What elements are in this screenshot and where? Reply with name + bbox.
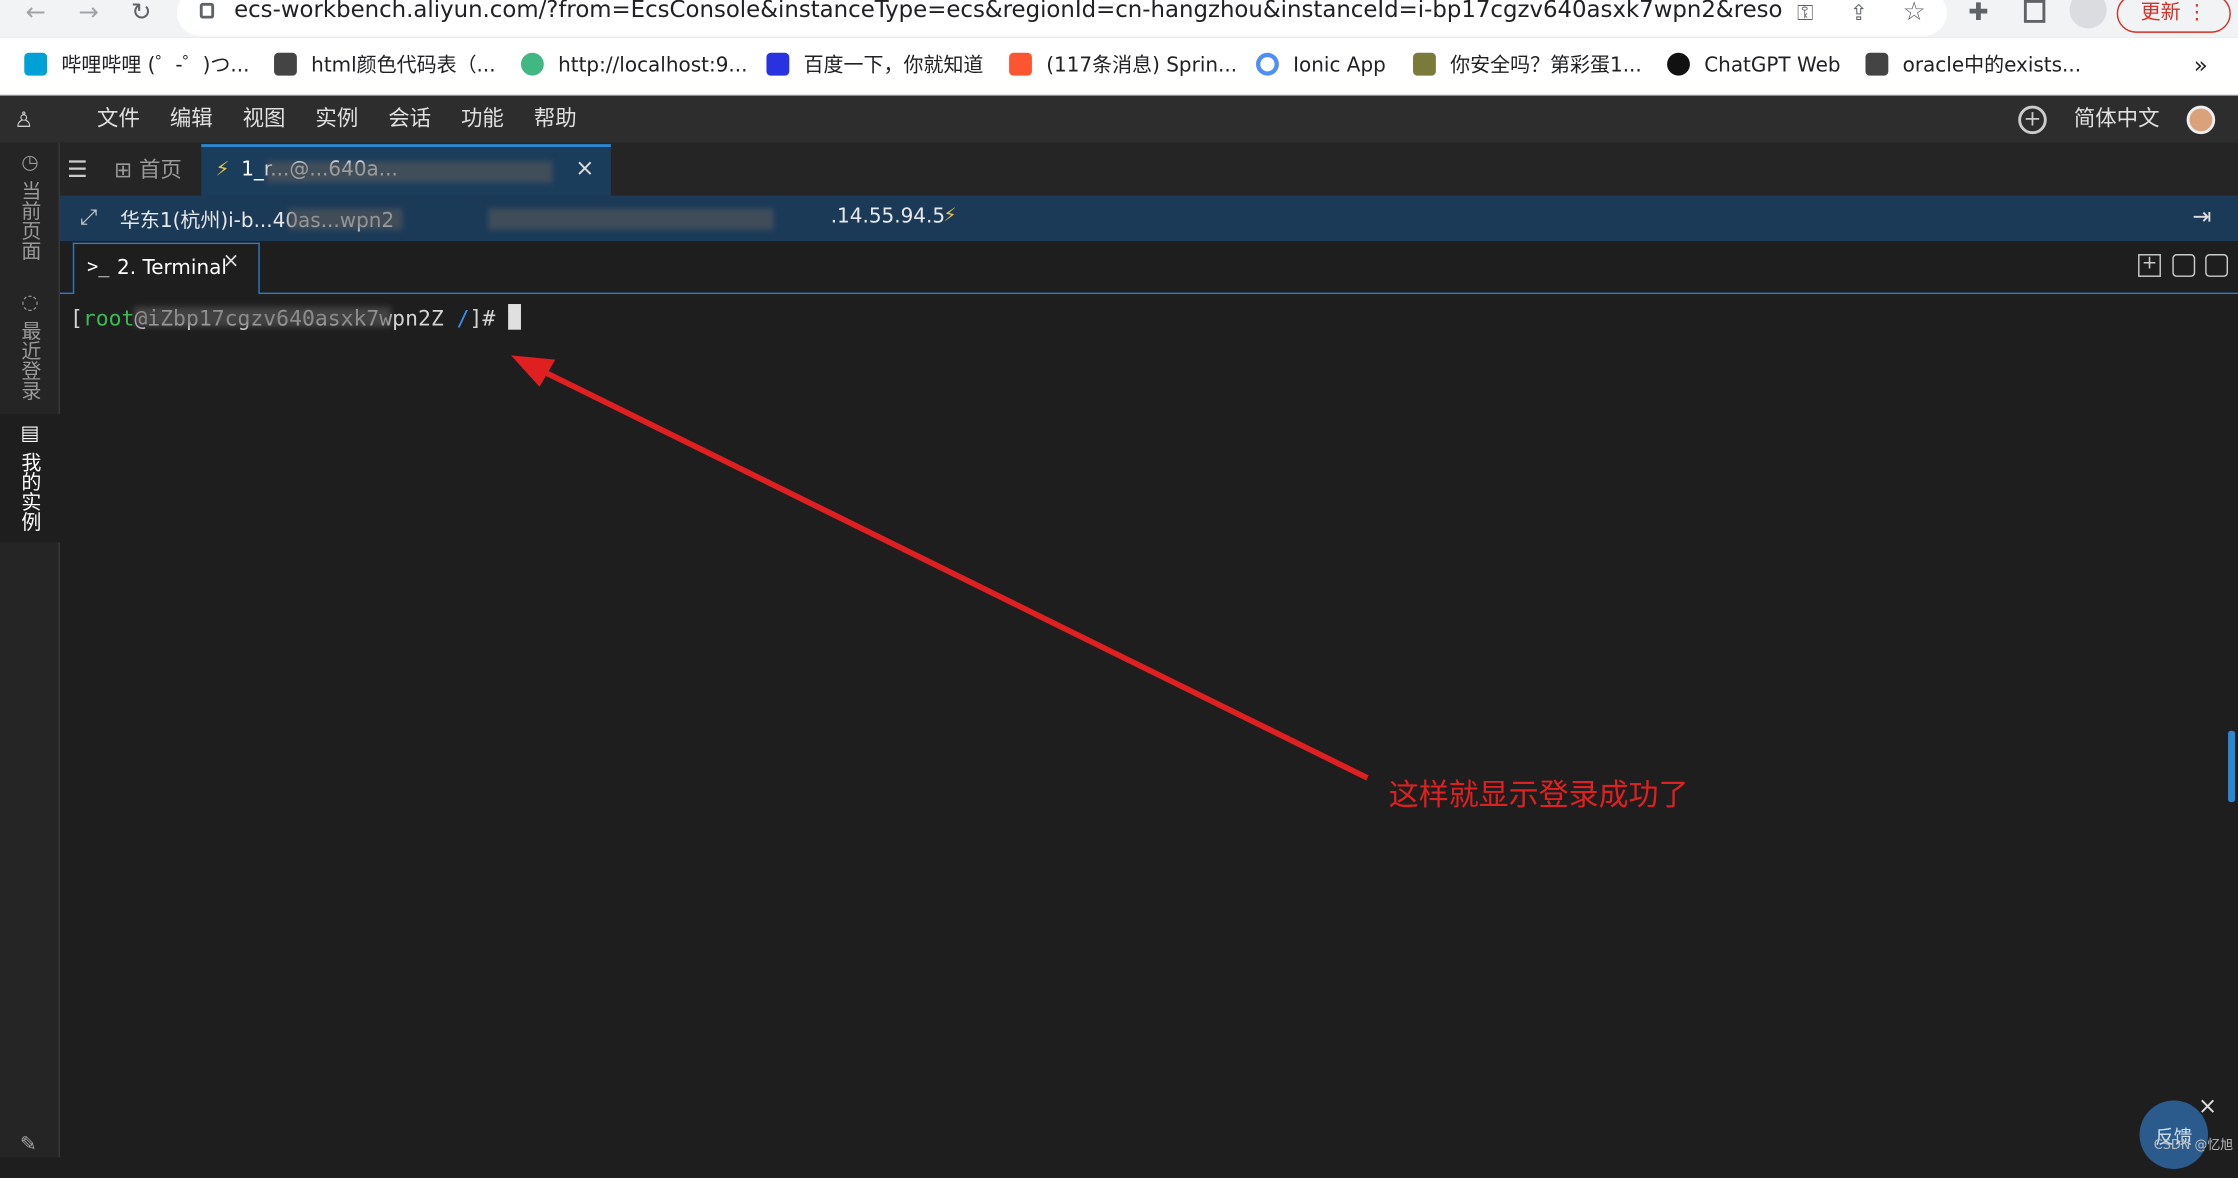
arrow-head [510, 355, 556, 387]
arrow-shaft [529, 362, 1369, 781]
close-icon[interactable]: × [2198, 1092, 2217, 1119]
watermark: CSDN @忆旭 [2153, 1138, 2234, 1154]
annotation-text: 这样就显示登录成功了 [1388, 777, 1689, 813]
annotation-arrow [510, 355, 1369, 781]
